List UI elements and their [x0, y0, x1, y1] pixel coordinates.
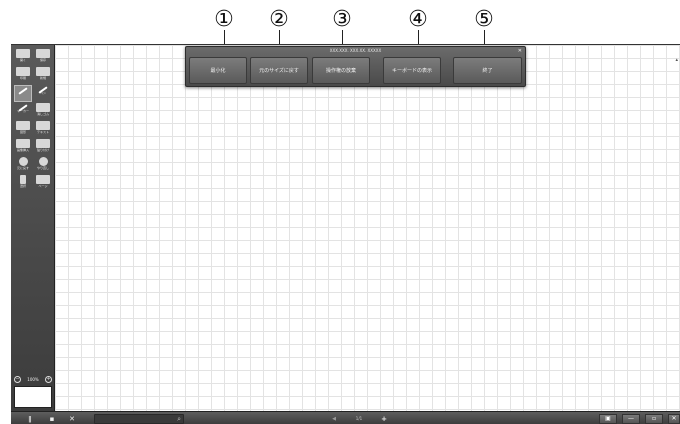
tool-marker[interactable]: マーカー: [14, 103, 32, 120]
search-icon: ⌕: [177, 415, 181, 423]
exit-button[interactable]: 終了: [453, 57, 522, 84]
close-window-button[interactable]: ✕: [668, 414, 680, 424]
tool-page[interactable]: ページ: [34, 175, 52, 192]
page-thumbnail[interactable]: [14, 386, 52, 408]
top-floating-menu: XXX.XXX. XXX.XX. XXXXX ✕ 最小化 元のサイズに戻す 操作…: [185, 46, 526, 87]
zoom-controls: − 100% +: [14, 375, 52, 383]
prev-page-button[interactable]: ◀: [329, 414, 339, 424]
screenshot-page: ① ② ③ ④ ⑤ 開く 保存 印刷 新規 ペン マーカー 消しゴム 図形 テキ…: [0, 0, 680, 424]
new-page-icon: [36, 67, 50, 76]
page-indicator: 1/1: [355, 416, 363, 421]
shape-icon: [16, 121, 30, 130]
restore-size-button[interactable]: 元のサイズに戻す: [250, 57, 308, 84]
redo-icon: [38, 157, 48, 166]
tool-open[interactable]: 開く: [14, 49, 32, 66]
eraser-icon: [36, 103, 50, 112]
zoom-out-icon[interactable]: −: [14, 375, 21, 383]
menu-title: XXX.XXX. XXX.XX. XXXXX: [329, 48, 382, 53]
release-control-button[interactable]: 操作権の放棄: [312, 57, 370, 84]
bottom-toolbar: ǁ ▪ ✕ ⌕ ◀ 1/1 + ▣ — ▫ ✕: [11, 411, 680, 424]
info-icon[interactable]: ǁ: [25, 414, 35, 424]
tool-text[interactable]: テキスト: [34, 121, 52, 138]
add-page-button[interactable]: +: [377, 414, 391, 424]
whiteboard-canvas[interactable]: ▴: [55, 45, 680, 411]
paste-icon: [36, 139, 50, 148]
left-toolbar: 開く 保存 印刷 新規 ペン マーカー 消しゴム 図形 テキスト 画像挿入 貼り…: [11, 45, 55, 411]
show-keyboard-button[interactable]: キーボードの表示: [383, 57, 441, 84]
undo-icon: [18, 157, 28, 166]
tool-print[interactable]: 印刷: [14, 67, 32, 84]
print-icon: [16, 67, 30, 76]
image-icon: [16, 139, 30, 148]
folder-icon: [16, 49, 30, 58]
minimize-window-button[interactable]: —: [622, 414, 640, 424]
tool-redo[interactable]: やり直し: [34, 157, 52, 174]
tool-eraser[interactable]: 消しゴム: [34, 103, 52, 120]
tool-image[interactable]: 画像挿入: [14, 139, 32, 156]
cut-icon[interactable]: ✕: [67, 414, 77, 424]
tool-shape[interactable]: 図形: [14, 121, 32, 138]
tool-undo[interactable]: 元に戻す: [14, 157, 32, 174]
restore-window-button[interactable]: ▫: [645, 414, 663, 424]
save-icon: [36, 49, 50, 58]
search-input[interactable]: ⌕: [94, 414, 184, 424]
text-icon: [36, 121, 50, 130]
copy-icon[interactable]: ▪: [47, 414, 57, 424]
tool-save[interactable]: 保存: [34, 49, 52, 66]
zoom-in-icon[interactable]: +: [45, 375, 52, 383]
zoom-level: 100%: [27, 376, 39, 382]
tool-paste[interactable]: 貼り付け: [34, 139, 52, 156]
menu-close-icon[interactable]: ✕: [518, 48, 522, 54]
canvas-corner-marker: ▴: [675, 57, 678, 63]
tool-select-active[interactable]: [14, 85, 32, 102]
tool-cursor[interactable]: 選択: [14, 175, 32, 192]
tool-pen[interactable]: ペン: [34, 85, 52, 102]
whiteboard-app-window: 開く 保存 印刷 新規 ペン マーカー 消しゴム 図形 テキスト 画像挿入 貼り…: [11, 44, 680, 424]
minimize-button[interactable]: 最小化: [189, 57, 247, 84]
cursor-icon: [20, 175, 26, 184]
tool-new[interactable]: 新規: [34, 67, 52, 84]
toggle-display-button[interactable]: ▣: [599, 414, 617, 424]
page-icon: [36, 175, 50, 184]
select-pointer-icon: [18, 87, 28, 95]
